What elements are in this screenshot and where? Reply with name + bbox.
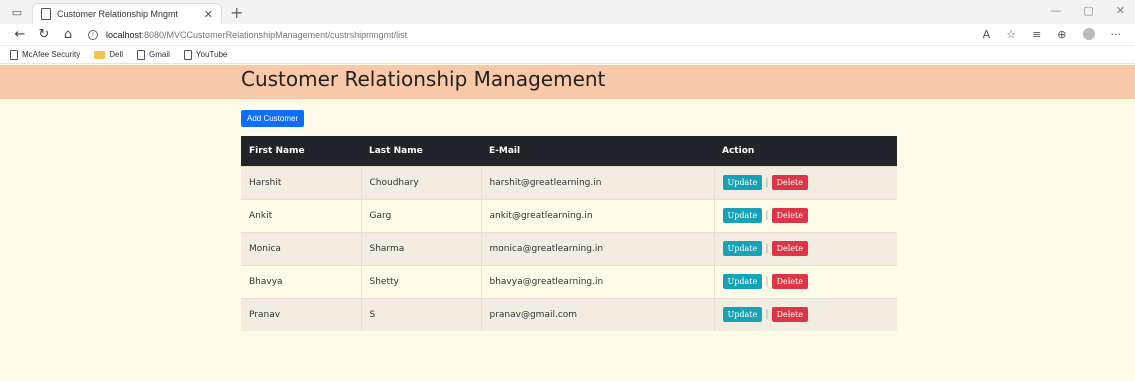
minimize-icon[interactable]: — <box>1050 4 1061 17</box>
url-path: :8080/MVCCustomerRelationshipManagement/… <box>141 29 408 40</box>
tab-actions-icon[interactable]: ▭ <box>8 3 26 21</box>
table-header-row: First Name Last Name E-Mail Action <box>241 136 897 166</box>
cell-first-name: Harshit <box>241 166 362 199</box>
update-button[interactable]: Update <box>722 241 763 256</box>
page-icon <box>137 49 146 60</box>
cell-action: Update | Delete <box>714 166 897 199</box>
cell-last-name: Garg <box>361 199 482 232</box>
column-header-last-name: Last Name <box>369 145 423 156</box>
action-separator: | <box>765 309 769 321</box>
cell-first-name: Ankit <box>241 199 362 232</box>
delete-button[interactable]: Delete <box>771 175 808 190</box>
page-title: Customer Relationship Management <box>241 67 606 91</box>
update-button[interactable]: Update <box>722 307 763 323</box>
cell-email: ankit@greatlearning.in <box>481 199 715 232</box>
column-header-first-name: First Name <box>249 145 305 156</box>
delete-button[interactable]: Delete <box>771 241 808 256</box>
update-button[interactable]: Update <box>722 274 763 289</box>
bookmark-label: YouTube <box>195 50 228 59</box>
delete-button[interactable]: Delete <box>771 307 808 323</box>
page-header: Customer Relationship Management <box>0 65 1135 99</box>
favorites-list-icon[interactable]: ≡ <box>1032 28 1041 41</box>
cell-last-name: Sharma <box>361 232 482 265</box>
more-icon[interactable]: ··· <box>1111 28 1122 41</box>
close-window-icon[interactable]: ✕ <box>1116 4 1125 17</box>
profile-avatar[interactable] <box>1082 28 1095 40</box>
table-row: Pranav S pranav@gmail.com Update | Delet… <box>241 298 897 331</box>
bookmark-mcafee[interactable]: McAfee Security <box>10 49 81 60</box>
cell-email: pranav@gmail.com <box>481 298 715 331</box>
page-icon <box>183 49 192 60</box>
page-icon <box>10 49 18 60</box>
cell-action: Update | Delete <box>714 265 897 298</box>
bookmark-gmail[interactable]: Gmail <box>137 49 170 60</box>
table-row: Bhavya Shetty bhavya@greatlearning.in Up… <box>241 265 897 298</box>
cell-last-name: Shetty <box>361 265 482 298</box>
column-header-action: Action <box>722 145 755 156</box>
customer-table: First Name Last Name E-Mail Action Harsh… <box>241 136 897 331</box>
action-separator: | <box>765 243 769 254</box>
cell-first-name: Monica <box>241 232 362 265</box>
action-separator: | <box>765 177 769 188</box>
bookmarks-bar: McAfee Security Dell Gmail YouTube <box>0 46 1135 64</box>
folder-icon <box>94 50 106 59</box>
page-content: Customer Relationship Management Add Cus… <box>0 65 1135 381</box>
collections-icon[interactable]: ⊕ <box>1057 28 1066 41</box>
read-aloud-icon[interactable]: A <box>983 28 991 41</box>
cell-last-name: S <box>361 298 482 331</box>
close-tab-icon[interactable]: ✕ <box>204 8 213 21</box>
new-tab-button[interactable]: + <box>230 5 243 21</box>
action-separator: | <box>765 210 769 221</box>
column-header-email: E-Mail <box>489 145 521 156</box>
tab-title: Customer Relationship Mngmt <box>57 9 179 19</box>
cell-email: bhavya@greatlearning.in <box>481 265 715 298</box>
favorite-icon[interactable]: ☆ <box>1006 28 1016 41</box>
home-icon[interactable]: ⌂ <box>58 27 78 42</box>
cell-action: Update | Delete <box>714 199 897 232</box>
browser-tab[interactable]: Customer Relationship Mngmt ✕ <box>32 3 222 24</box>
update-button[interactable]: Update <box>722 175 763 190</box>
cell-action: Update | Delete <box>714 298 897 331</box>
table-row: Ankit Garg ankit@greatlearning.in Update… <box>241 199 897 232</box>
url-host: localhost <box>106 29 142 40</box>
back-icon[interactable]: ← <box>10 27 30 42</box>
window-controls: — ▢ ✕ <box>1050 4 1125 17</box>
browser-toolbar: A ☆ ≡ ⊕ ··· <box>983 28 1121 41</box>
bookmark-youtube[interactable]: YouTube <box>183 49 228 60</box>
refresh-icon[interactable]: ↻ <box>34 27 54 42</box>
browser-tab-bar: ▭ Customer Relationship Mngmt ✕ + — ▢ ✕ <box>0 0 1135 24</box>
cell-action: Update | Delete <box>714 232 897 265</box>
add-customer-button[interactable]: Add Customer <box>241 110 305 127</box>
delete-button[interactable]: Delete <box>771 274 808 289</box>
bookmark-dell[interactable]: Dell <box>94 50 123 59</box>
address-bar: ← ↻ ⌂ i localhost:8080/MVCCustomerRelati… <box>0 24 1135 46</box>
bookmark-label: Gmail <box>149 50 170 59</box>
cell-last-name: Choudhary <box>361 166 482 199</box>
bookmark-label: Dell <box>109 50 124 59</box>
update-button[interactable]: Update <box>722 208 763 223</box>
info-icon[interactable]: i <box>88 29 98 40</box>
delete-button[interactable]: Delete <box>771 208 808 223</box>
page-icon <box>41 8 51 20</box>
cell-first-name: Pranav <box>241 298 362 331</box>
table-row: Monica Sharma monica@greatlearning.in Up… <box>241 232 897 265</box>
action-separator: | <box>765 276 769 287</box>
cell-email: monica@greatlearning.in <box>481 232 715 265</box>
restore-icon[interactable]: ▢ <box>1083 4 1093 17</box>
table-row: Harshit Choudhary harshit@greatlearning.… <box>241 166 897 199</box>
cell-email: harshit@greatlearning.in <box>481 166 715 199</box>
cell-first-name: Bhavya <box>241 265 362 298</box>
url-field[interactable]: i localhost:8080/MVCCustomerRelationship… <box>88 27 983 43</box>
bookmark-label: McAfee Security <box>22 50 81 59</box>
